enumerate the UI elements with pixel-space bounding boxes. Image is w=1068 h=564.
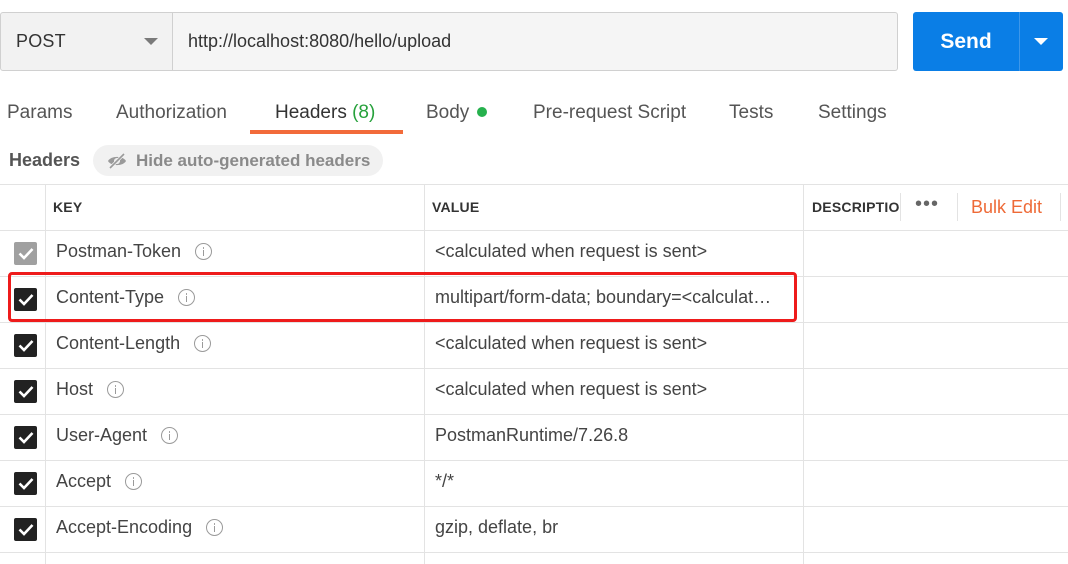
header-key-text: Accept-Encoding — [56, 517, 193, 537]
table-row: Postman-Token <calculated when request i… — [0, 230, 1068, 276]
hide-auto-generated-button[interactable]: Hide auto-generated headers — [93, 145, 383, 176]
divider — [0, 184, 1068, 185]
method-select[interactable]: POST — [0, 12, 173, 71]
row-checkbox[interactable] — [14, 472, 37, 495]
check-icon — [18, 524, 33, 536]
hide-auto-generated-label: Hide auto-generated headers — [136, 150, 371, 170]
chevron-down-icon — [144, 38, 158, 45]
header-key: Accept — [56, 471, 143, 492]
info-icon[interactable] — [195, 243, 213, 260]
header-key: Accept-Encoding — [56, 517, 224, 538]
header-value: <calculated when request is sent> — [435, 379, 708, 399]
headers-table: KEY VALUE DESCRIPTIO ••• Bulk Edit Postm… — [0, 184, 1068, 564]
column-header-description: DESCRIPTIO — [812, 199, 900, 215]
section-title: Headers — [9, 150, 81, 170]
tab-settings[interactable]: Settings — [818, 101, 887, 125]
table-row: User-Agent PostmanRuntime/7.26.8 — [0, 414, 1068, 460]
header-key-text: Postman-Token — [56, 241, 182, 261]
header-key: Host — [56, 379, 125, 400]
header-value: */* — [435, 471, 455, 491]
info-icon[interactable] — [107, 381, 125, 398]
info-icon[interactable] — [161, 427, 179, 444]
header-key: Postman-Token — [56, 241, 213, 262]
check-icon — [18, 478, 33, 490]
divider — [957, 193, 958, 221]
eye-slash-icon — [108, 152, 126, 169]
bulk-edit-link[interactable]: Bulk Edit — [971, 197, 1042, 218]
tab-headers[interactable]: Headers (8) — [275, 101, 375, 125]
row-checkbox[interactable] — [14, 518, 37, 541]
table-row: Accept */* — [0, 460, 1068, 506]
tab-headers-count: (8) — [352, 102, 376, 123]
table-row: Host <calculated when request is sent> — [0, 368, 1068, 414]
check-icon — [18, 340, 33, 352]
header-key-text: User-Agent — [56, 425, 148, 445]
table-row: Accept-Encoding gzip, deflate, br — [0, 506, 1068, 552]
send-options-button[interactable] — [1019, 12, 1063, 71]
check-icon — [18, 432, 33, 444]
header-key-text: Accept — [56, 471, 112, 491]
active-tab-indicator — [250, 130, 403, 134]
header-value: gzip, deflate, br — [435, 517, 559, 537]
status-dot-icon — [477, 107, 488, 117]
highlight-box — [8, 272, 797, 322]
header-key-text: Content-Length — [56, 333, 181, 353]
header-value: <calculated when request is sent> — [435, 241, 708, 261]
tab-body-label: Body — [426, 102, 470, 123]
check-icon — [18, 386, 33, 398]
column-header-key: KEY — [53, 199, 83, 215]
row-checkbox[interactable] — [14, 380, 37, 403]
info-icon[interactable] — [206, 519, 224, 536]
info-icon[interactable] — [194, 335, 212, 352]
tab-headers-label: Headers — [275, 102, 347, 123]
divider — [1060, 193, 1061, 221]
header-value: PostmanRuntime/7.26.8 — [435, 425, 629, 445]
info-icon[interactable] — [125, 473, 143, 490]
divider — [0, 552, 1068, 553]
send-button[interactable]: Send — [913, 12, 1019, 71]
tab-tests[interactable]: Tests — [729, 101, 773, 125]
divider — [900, 193, 901, 221]
row-checkbox[interactable] — [14, 334, 37, 357]
table-row: Content-Length <calculated when request … — [0, 322, 1068, 368]
header-key: User-Agent — [56, 425, 179, 446]
row-checkbox[interactable] — [14, 426, 37, 449]
method-label: POST — [16, 31, 66, 51]
tab-pre-request-script[interactable]: Pre-request Script — [533, 101, 686, 125]
header-key: Content-Length — [56, 333, 212, 354]
header-key-text: Host — [56, 379, 94, 399]
check-icon — [18, 248, 33, 260]
column-header-value: VALUE — [432, 199, 480, 215]
row-checkbox[interactable] — [14, 242, 37, 265]
tab-authorization[interactable]: Authorization — [116, 101, 227, 125]
url-input[interactable]: http://localhost:8080/hello/upload — [173, 12, 898, 71]
tab-params[interactable]: Params — [7, 101, 72, 125]
tab-body[interactable]: Body — [426, 101, 488, 125]
header-value: <calculated when request is sent> — [435, 333, 708, 353]
chevron-down-icon — [1034, 38, 1048, 45]
ellipsis-icon[interactable]: ••• — [915, 194, 939, 214]
